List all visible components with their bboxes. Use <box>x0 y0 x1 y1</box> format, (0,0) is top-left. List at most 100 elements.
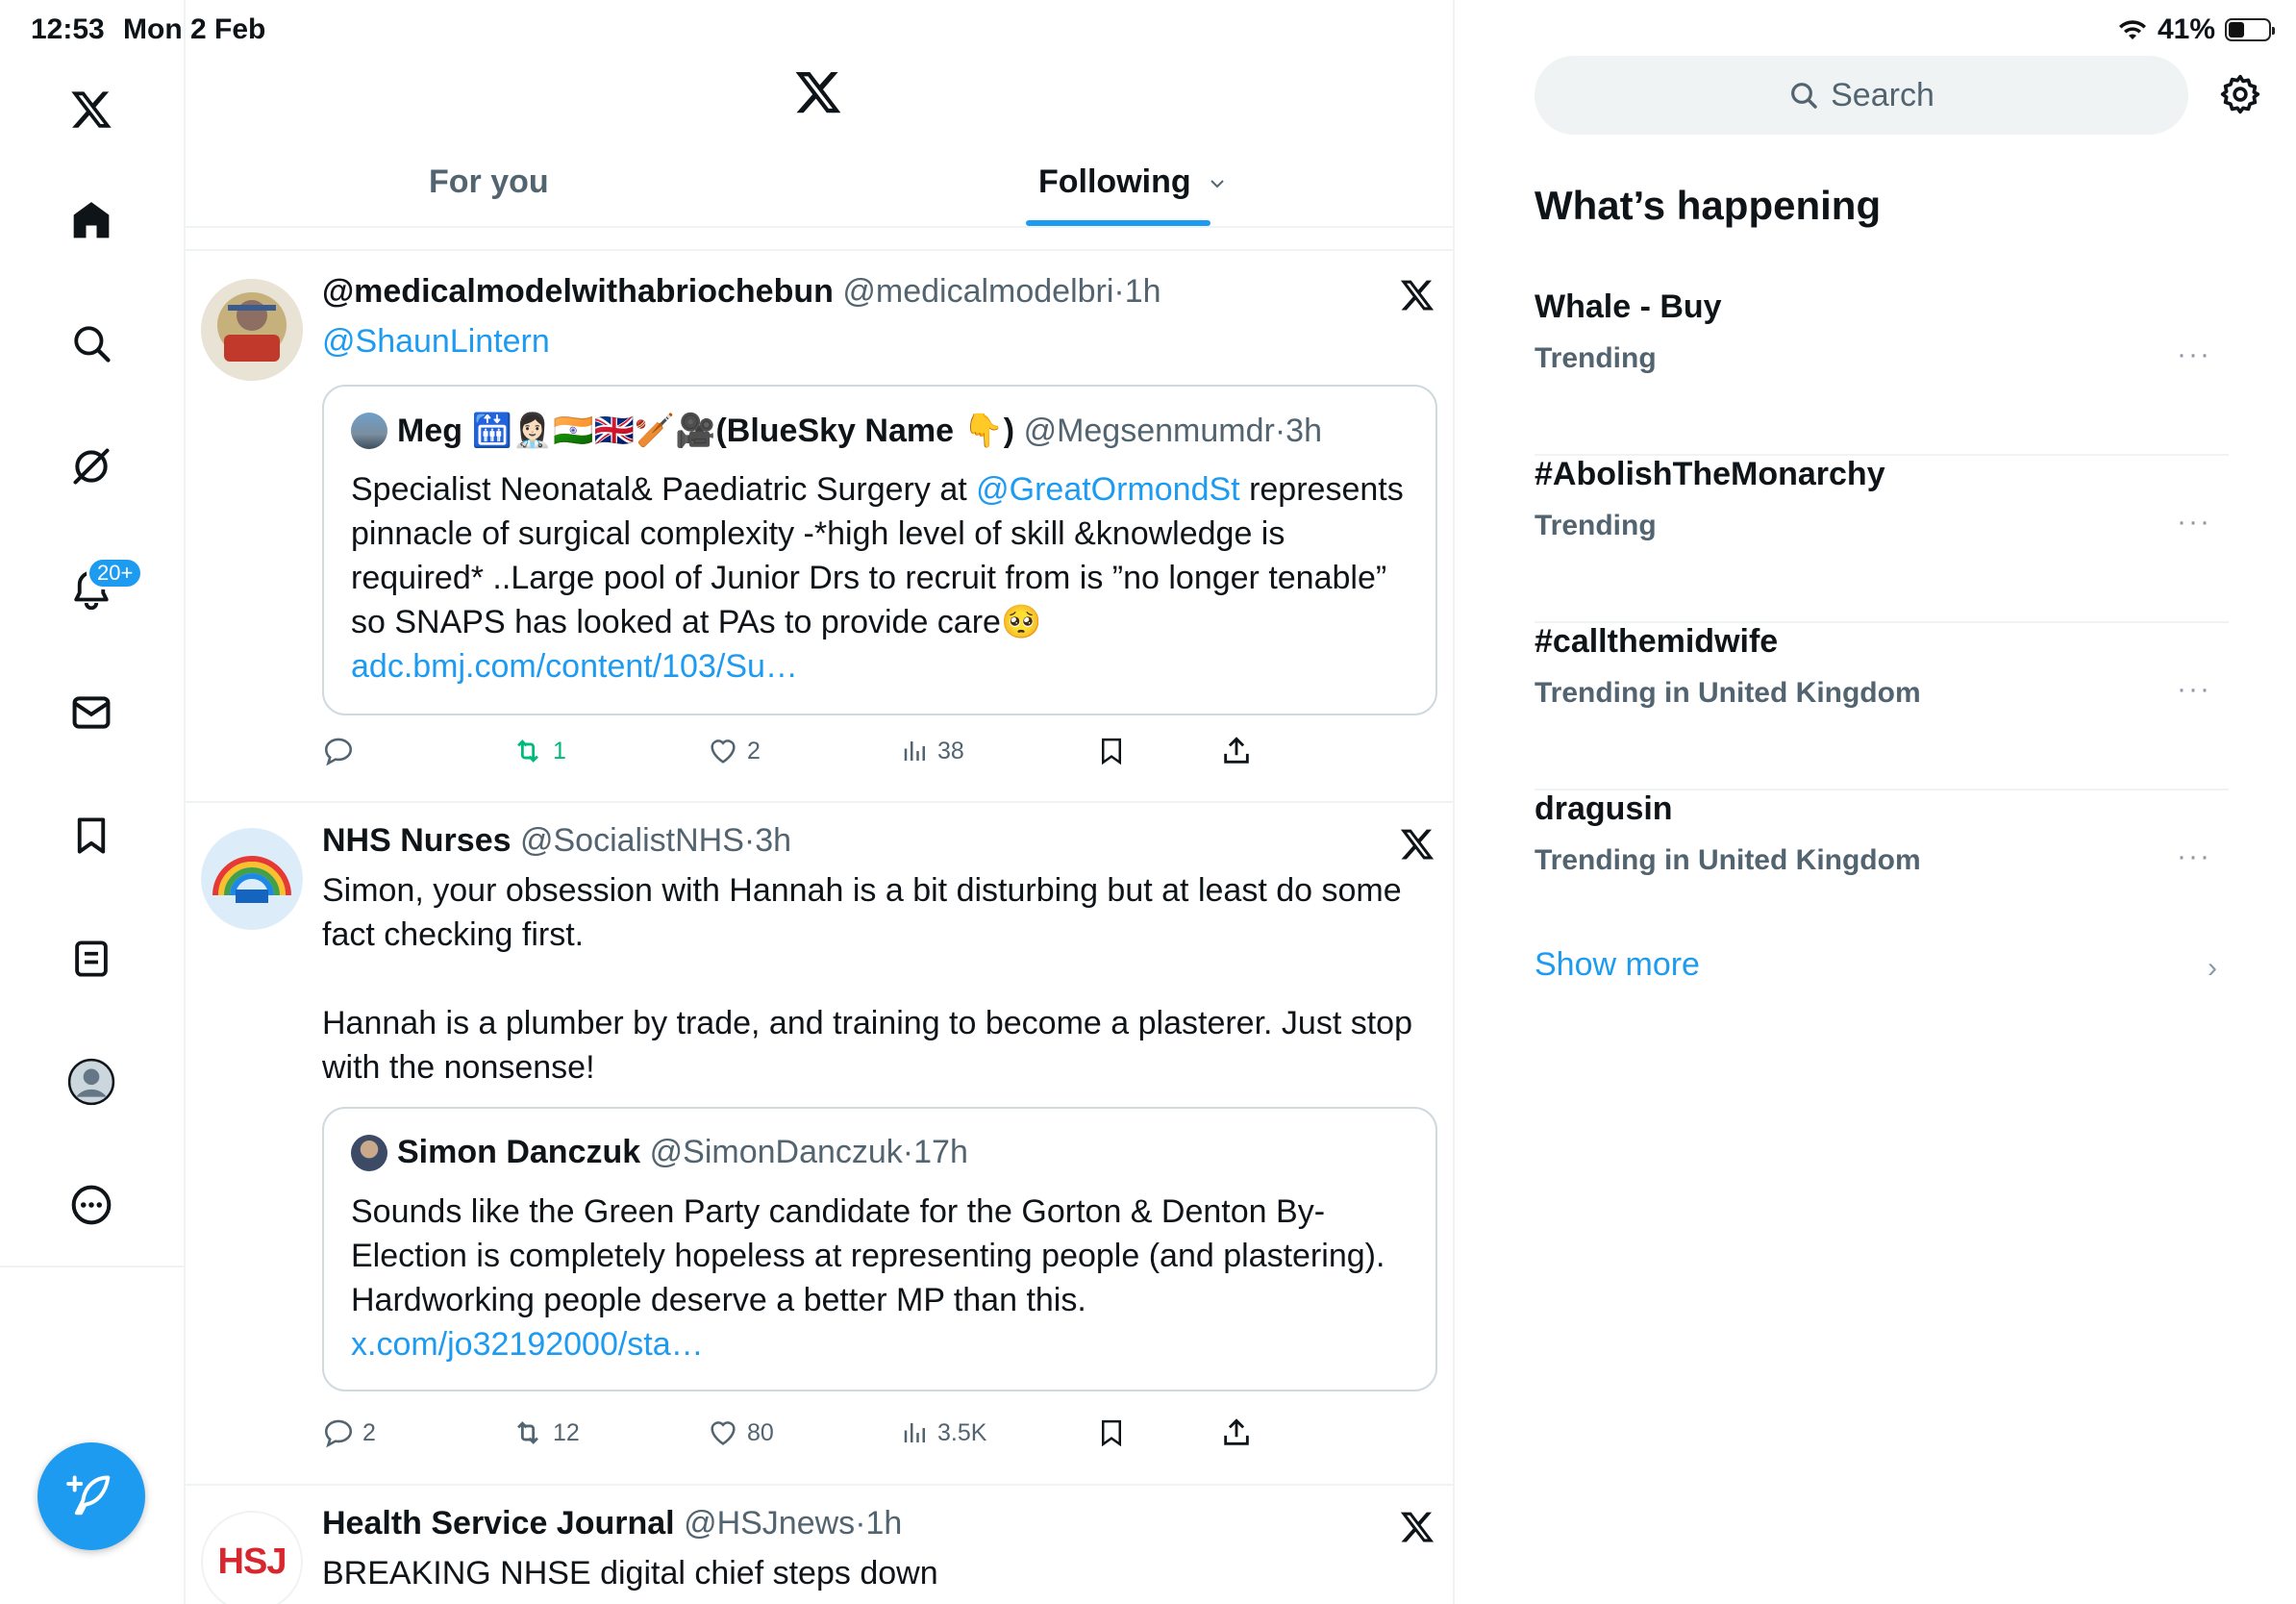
more-options-icon[interactable]: ··· <box>2177 338 2211 371</box>
like-count: 2 <box>747 737 761 764</box>
gear-icon[interactable] <box>2219 73 2261 115</box>
tab-for-you[interactable]: For you <box>429 163 549 201</box>
author-handle[interactable]: @SocialistNHS <box>520 822 744 859</box>
more-options-icon[interactable]: ··· <box>2177 840 2211 873</box>
right-sidebar: Search What’s happening Whale - Buy Tren… <box>1455 0 2296 1604</box>
tab-following[interactable]: Following <box>1038 163 1227 201</box>
author-name[interactable]: NHS Nurses <box>322 822 512 859</box>
like-button[interactable]: 80 <box>707 1416 774 1449</box>
author-handle: @SimonDanczuk <box>649 1134 903 1170</box>
like-count: 80 <box>747 1418 774 1446</box>
x-logo <box>1399 826 1435 863</box>
trend-title: #AbolishTheMonarchy <box>1535 456 1885 492</box>
quoted-tweet[interactable]: Meg 🛗👩🏻‍⚕️🇮🇳🇬🇧🏏🎥(BlueSky Name 👇) @Megsen… <box>322 385 1437 715</box>
author-name[interactable]: Health Service Journal <box>322 1505 675 1541</box>
quote-text-part: Specialist Neonatal& Paediatric Surgery … <box>351 471 977 508</box>
bookmark-icon <box>1097 1416 1126 1449</box>
notifications-badge: 20+ <box>87 557 144 589</box>
reply-button[interactable] <box>322 735 362 767</box>
avatar <box>351 413 387 449</box>
x-logo[interactable] <box>793 67 843 117</box>
trend-item[interactable]: #AbolishTheMonarchy Trending ··· <box>1535 456 2229 623</box>
author-name: Simon Danczuk <box>397 1134 641 1170</box>
views-button[interactable]: 3.5K <box>901 1416 986 1449</box>
retweet-button[interactable]: 1 <box>511 735 566 767</box>
trend-item[interactable]: dragusin Trending in United Kingdom ··· <box>1535 790 2229 958</box>
views-button[interactable]: 38 <box>901 735 964 767</box>
mail-icon[interactable] <box>64 686 118 739</box>
retweet-button[interactable]: 12 <box>511 1416 580 1449</box>
trend-title: #callthemidwife <box>1535 623 1779 660</box>
home-icon[interactable] <box>64 193 118 247</box>
x-logo[interactable] <box>64 83 118 137</box>
nav-divider <box>0 1266 186 1267</box>
tweet-text: BREAKING NHSE digital chief steps down <box>322 1555 938 1591</box>
tweet-time: 3h <box>1285 412 1322 449</box>
separator: · <box>1274 412 1286 449</box>
author-handle[interactable]: @HSJnews <box>684 1505 855 1541</box>
mention-link[interactable]: @ShaunLintern <box>322 323 550 360</box>
quote-header: Meg 🛗👩🏻‍⚕️🇮🇳🇬🇧🏏🎥(BlueSky Name 👇) @Megsen… <box>351 412 1322 450</box>
tweet-text: @ShaunLintern <box>322 319 1428 363</box>
tweet-time[interactable]: 1h <box>1125 273 1161 310</box>
avatar[interactable] <box>201 828 303 930</box>
tweet-time: 17h <box>913 1134 968 1170</box>
share-button[interactable] <box>1220 1416 1253 1449</box>
avatar[interactable] <box>201 279 303 381</box>
like-button[interactable]: 2 <box>707 735 761 767</box>
bookmark-button[interactable] <box>1097 1416 1126 1449</box>
tweet-time[interactable]: 1h <box>866 1505 903 1541</box>
more-options-icon[interactable]: ··· <box>2177 506 2211 539</box>
retweet-count: 1 <box>553 737 566 764</box>
tweet[interactable]: NHS Nurses @SocialistNHS·3h Simon, your … <box>186 803 1453 1486</box>
show-more-link[interactable]: Show more <box>1535 946 1700 984</box>
search-icon <box>1788 80 1819 111</box>
tweet-time[interactable]: 3h <box>755 822 791 859</box>
url-link[interactable]: x.com/jo32192000/sta… <box>351 1326 704 1363</box>
quoted-tweet[interactable]: Simon Danczuk @SimonDanczuk · 17h Sounds l… <box>322 1107 1437 1391</box>
tweet-header: NHS Nurses @SocialistNHS·3h <box>322 822 791 860</box>
trend-item[interactable]: #callthemidwife Trending in United Kingd… <box>1535 623 2229 790</box>
quote-text: Specialist Neonatal& Paediatric Surgery … <box>351 467 1418 689</box>
reply-button[interactable]: 2 <box>322 1416 376 1449</box>
reply-icon <box>322 1416 355 1449</box>
reply-icon <box>322 735 355 767</box>
more-icon[interactable] <box>64 1178 118 1232</box>
tweet[interactable]: HSJ Health Service Journal @HSJnews·1h B… <box>186 1486 1453 1604</box>
reply-count: 2 <box>362 1418 376 1446</box>
author-handle[interactable]: @medicalmodelbri <box>842 273 1113 310</box>
bookmark-button[interactable] <box>1097 735 1126 767</box>
profile-icon[interactable] <box>64 1055 118 1109</box>
timeline-tabs: For you Following <box>186 144 1453 228</box>
trend-subtitle: Trending in United Kingdom <box>1535 677 1921 709</box>
avatar-logo-text: HSJ <box>217 1541 287 1582</box>
tweet-header: @medicalmodelwithabriochebun @medicalmod… <box>322 273 1161 311</box>
search-icon[interactable] <box>64 316 118 370</box>
separator: · <box>1113 273 1125 310</box>
share-button[interactable] <box>1220 735 1253 767</box>
tweet-paragraph: Simon, your obsession with Hannah is a b… <box>322 872 1402 953</box>
trend-subtitle: Trending <box>1535 342 1657 374</box>
tweet[interactable]: @medicalmodelwithabriochebun @medicalmod… <box>186 252 1453 803</box>
author-name[interactable]: @medicalmodelwithabriochebun <box>322 273 834 310</box>
grok-icon[interactable] <box>64 439 118 493</box>
mention-link[interactable]: @GreatOrmondSt <box>976 471 1240 508</box>
search-placeholder: Search <box>1831 76 1934 113</box>
views-icon <box>901 735 930 767</box>
author-handle: @Megsenmumdr <box>1023 412 1275 449</box>
quote-text-part: Sounds like the Green Party candidate fo… <box>351 1193 1385 1318</box>
more-options-icon[interactable]: ··· <box>2177 673 2211 706</box>
whats-happening-title: What’s happening <box>1535 183 1882 228</box>
url-link[interactable]: adc.bmj.com/content/103/Su… <box>351 648 798 685</box>
trend-item[interactable]: Whale - Buy Trending ··· <box>1535 288 2229 456</box>
bookmark-icon[interactable] <box>64 809 118 863</box>
lists-icon[interactable] <box>64 932 118 986</box>
compose-button[interactable] <box>37 1442 145 1550</box>
like-icon <box>707 1416 739 1449</box>
trend-title: dragusin <box>1535 790 1673 827</box>
tweet-paragraph: Hannah is a plumber by trade, and traini… <box>322 1005 1412 1086</box>
avatar[interactable]: HSJ <box>201 1511 303 1604</box>
retweet-count: 12 <box>553 1418 580 1446</box>
search-input[interactable]: Search <box>1535 56 2188 135</box>
retweet-icon <box>511 735 545 767</box>
